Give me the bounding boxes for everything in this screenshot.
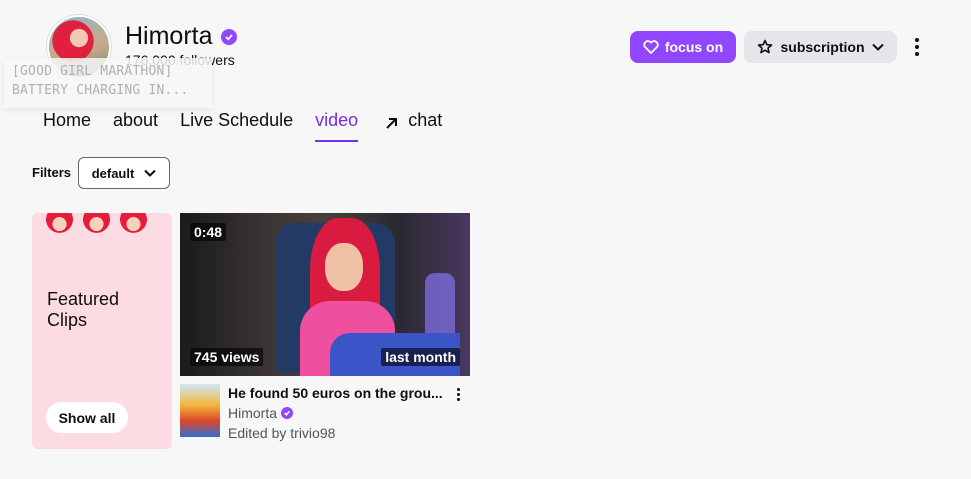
show-all-button[interactable]: Show all <box>46 402 128 433</box>
clip-channel-row: Himorta <box>228 405 294 421</box>
subscribe-label: subscription <box>780 39 865 55</box>
chevron-down-icon <box>144 169 157 177</box>
follow-button[interactable]: focus on <box>630 31 736 63</box>
emote-icon <box>118 213 149 238</box>
filters-label: Filters <box>32 165 72 180</box>
clip-views: 745 views <box>190 348 264 366</box>
subscribe-button[interactable]: subscription <box>744 31 897 63</box>
tab-live-schedule[interactable]: Live Schedule <box>180 110 293 142</box>
featured-clips-title: Featured Clips <box>47 289 120 330</box>
featured-clips-card[interactable]: Featured Clips Show all <box>32 213 172 449</box>
clip-duration: 0:48 <box>190 223 227 241</box>
emote-icon <box>44 213 75 238</box>
channel-name[interactable]: Himorta <box>125 22 213 51</box>
clip-channel-name[interactable]: Himorta <box>228 405 277 421</box>
star-icon <box>758 39 773 54</box>
heart-icon <box>643 40 659 54</box>
clip-title[interactable]: He found 50 euros on the grou... <box>228 385 448 401</box>
clip-editor: Edited by trivio98 <box>228 425 336 441</box>
chevron-down-icon <box>871 43 884 51</box>
verified-badge-icon <box>220 28 237 45</box>
tab-video[interactable]: video <box>315 110 359 142</box>
emote-row <box>44 213 149 238</box>
verified-badge-icon <box>281 407 294 419</box>
game-box-art[interactable] <box>180 384 220 437</box>
clip-thumbnail[interactable]: 0:48 745 views last month <box>180 213 470 376</box>
channel-tabs: Home about Live Schedule video chat <box>43 110 464 142</box>
tooltip-line: BATTERY CHARGING IN... <box>12 83 189 98</box>
filter-dropdown[interactable]: default <box>78 157 170 189</box>
stream-title-tooltip: [GOOD GIRL MARATHON] BATTERY CHARGING IN… <box>4 58 212 108</box>
tooltip-line: [GOOD GIRL MARATHON] <box>12 64 173 79</box>
clip-more-options-icon[interactable] <box>452 386 464 402</box>
tab-chat[interactable]: chat <box>384 110 442 142</box>
tab-home[interactable]: Home <box>43 110 91 142</box>
tab-about[interactable]: about <box>113 110 158 142</box>
external-arrow-icon <box>386 118 398 129</box>
channel-name-row: Himorta <box>125 22 237 51</box>
more-options-icon[interactable] <box>908 33 926 61</box>
filter-selected-value: default <box>91 165 135 181</box>
thumbnail-face-shape <box>325 243 363 291</box>
clip-date: last month <box>381 348 460 366</box>
emote-icon <box>81 213 112 238</box>
follow-label: focus on <box>664 39 724 55</box>
